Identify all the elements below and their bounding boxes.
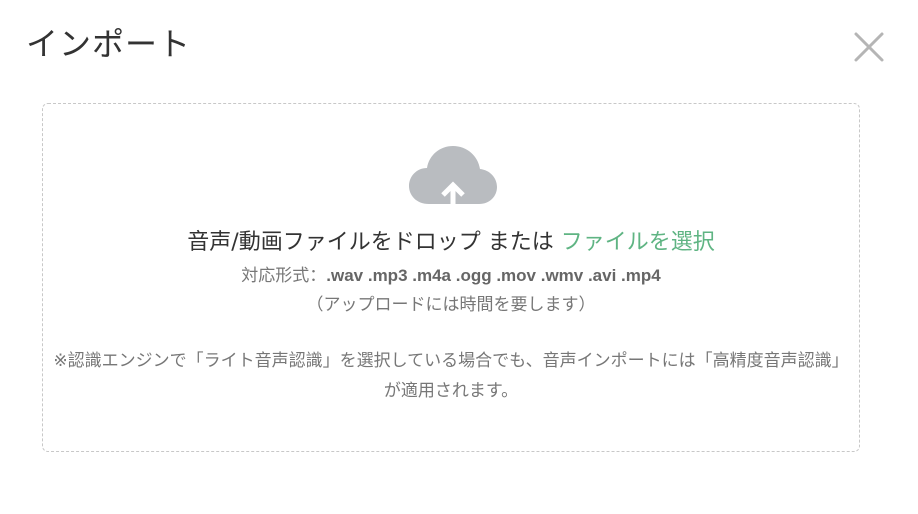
close-button[interactable] <box>850 28 888 66</box>
select-file-link[interactable]: ファイルを選択 <box>561 230 715 255</box>
cloud-upload-icon <box>407 142 499 216</box>
import-dialog: インポート 音声/動画ファイルをドロップ または ファイルを選択 対応形式：.w… <box>0 0 918 514</box>
close-icon <box>854 32 884 62</box>
supported-formats: 対応形式：.wav .mp3 .m4a .ogg .mov .wmv .avi … <box>43 264 859 288</box>
dialog-title: インポート <box>26 25 192 63</box>
formats-label: 対応形式： <box>241 266 327 286</box>
upload-time-note: （アップロードには時間を要します） <box>306 295 596 315</box>
file-drop-zone[interactable]: 音声/動画ファイルをドロップ または ファイルを選択 対応形式：.wav .mp… <box>42 103 860 452</box>
engine-note: ※認識エンジンで「ライト音声認識」を選択している場合でも、音声インポートには「高… <box>53 351 849 401</box>
formats-list: .wav .mp3 .m4a .ogg .mov .wmv .avi .mp4 <box>326 266 661 285</box>
drop-instruction: 音声/動画ファイルをドロップ または ファイルを選択 <box>43 228 859 258</box>
drop-text: 音声/動画ファイルをドロップ または <box>187 230 561 255</box>
